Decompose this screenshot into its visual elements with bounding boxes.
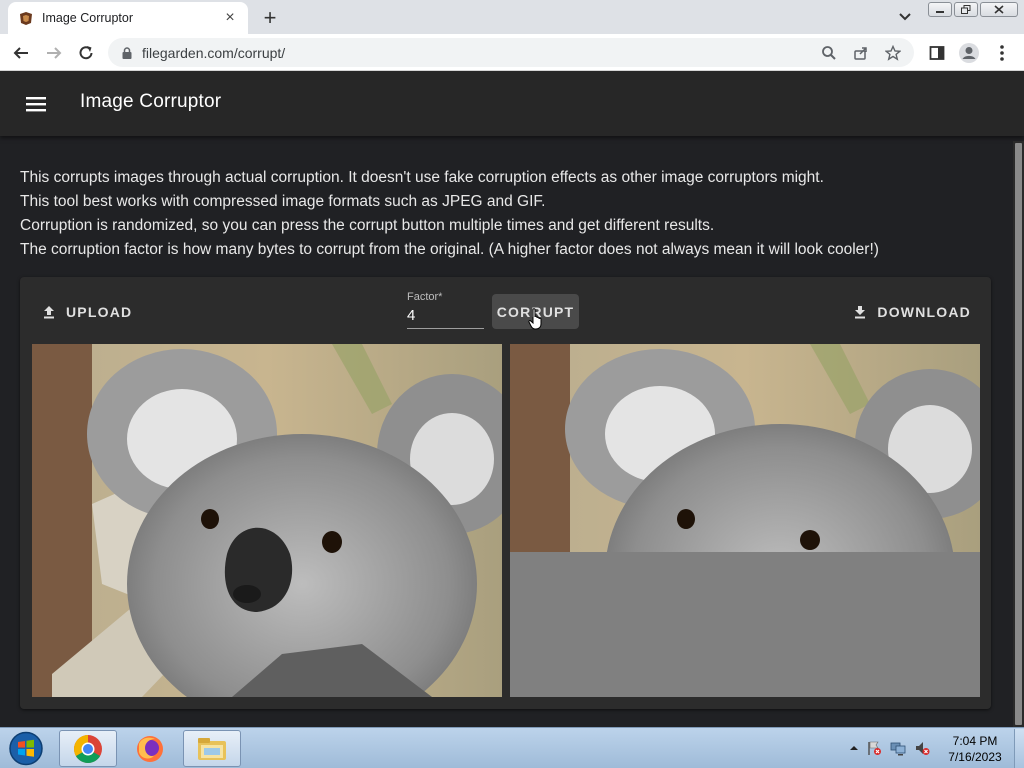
chrome-icon (74, 734, 102, 763)
factor-input[interactable]: 4 (407, 307, 484, 329)
download-label: DOWNLOAD (877, 304, 971, 320)
show-desktop-button[interactable] (1014, 729, 1024, 768)
description-line-2: This tool best works with compressed ima… (20, 193, 546, 210)
taskbar-clock[interactable]: 7:04 PM 7/16/2023 (940, 733, 1010, 765)
browser-tab[interactable]: Image Corruptor × (8, 2, 248, 34)
folder-icon (198, 737, 226, 760)
lock-icon[interactable] (120, 46, 134, 60)
taskbar-file-explorer[interactable] (183, 730, 241, 767)
upload-label: UPLOAD (66, 304, 133, 320)
reload-icon[interactable] (75, 42, 97, 64)
share-icon[interactable] (850, 42, 872, 64)
tab-search-chevron-icon[interactable] (896, 8, 914, 26)
browser-toolbar: filegarden.com/corrupt/ (0, 34, 1024, 71)
tab-close-icon[interactable]: × (222, 10, 238, 26)
description-line-4: The corruption factor is how many bytes … (20, 241, 879, 258)
url-text[interactable]: filegarden.com/corrupt/ (142, 45, 818, 61)
page-title: Image Corruptor (80, 91, 222, 112)
browser-tab-strip: Image Corruptor × + (0, 0, 1024, 34)
start-orb-icon[interactable] (4, 730, 48, 767)
upload-button[interactable]: UPLOAD (42, 304, 132, 320)
corrupted-gray-region (510, 552, 980, 697)
volume-muted-icon[interactable] (914, 740, 930, 756)
original-image (32, 344, 502, 697)
side-panel-icon[interactable] (925, 41, 949, 65)
hamburger-menu-icon[interactable] (24, 92, 48, 116)
restore-icon[interactable] (954, 2, 978, 17)
factor-label: Factor* (407, 291, 443, 303)
action-center-flag-icon[interactable] (866, 740, 882, 756)
zoom-search-icon[interactable] (818, 42, 840, 64)
site-favicon-icon (20, 12, 32, 25)
corruptor-card: UPLOAD Factor* 4 CORRUPT DOWNLOAD (20, 277, 991, 709)
windows-taskbar: 7:04 PM 7/16/2023 (0, 727, 1024, 768)
profile-avatar-icon[interactable] (957, 41, 981, 65)
factor-field[interactable]: Factor* 4 (407, 291, 484, 329)
taskbar-chrome[interactable] (59, 730, 117, 767)
download-button[interactable]: DOWNLOAD (853, 304, 971, 320)
corrupted-image (510, 344, 980, 697)
description-line-3: Corruption is randomized, so you can pre… (20, 217, 715, 234)
bookmark-star-icon[interactable] (882, 42, 904, 64)
app-bar: Image Corruptor (0, 71, 1024, 136)
back-arrow-icon[interactable] (10, 42, 32, 64)
hand-pointer-cursor-icon (528, 308, 542, 330)
upload-icon (44, 306, 54, 319)
window-controls (928, 2, 1018, 17)
address-bar[interactable]: filegarden.com/corrupt/ (108, 38, 914, 67)
close-window-icon[interactable] (980, 2, 1018, 17)
page-viewport: Image Corruptor This corrupts images thr… (0, 71, 1024, 727)
clock-date: 7/16/2023 (948, 750, 1002, 764)
clock-time: 7:04 PM (952, 734, 998, 748)
browser-menu-icon[interactable] (990, 41, 1014, 65)
forward-arrow-icon[interactable] (43, 42, 65, 64)
scrollbar-thumb[interactable] (1015, 143, 1022, 725)
new-tab-icon[interactable]: + (258, 5, 282, 30)
description-text: This corrupts images through actual corr… (20, 166, 1000, 262)
description-line-1: This corrupts images through actual corr… (20, 169, 824, 186)
show-hidden-icons-icon[interactable] (846, 740, 862, 756)
download-icon (855, 306, 866, 319)
firefox-icon (137, 735, 163, 762)
taskbar-firefox[interactable] (121, 730, 179, 767)
network-icon[interactable] (890, 740, 906, 756)
page-scrollbar[interactable] (1013, 141, 1024, 727)
minimize-icon[interactable] (928, 2, 952, 17)
tab-title: Image Corruptor (42, 11, 134, 25)
